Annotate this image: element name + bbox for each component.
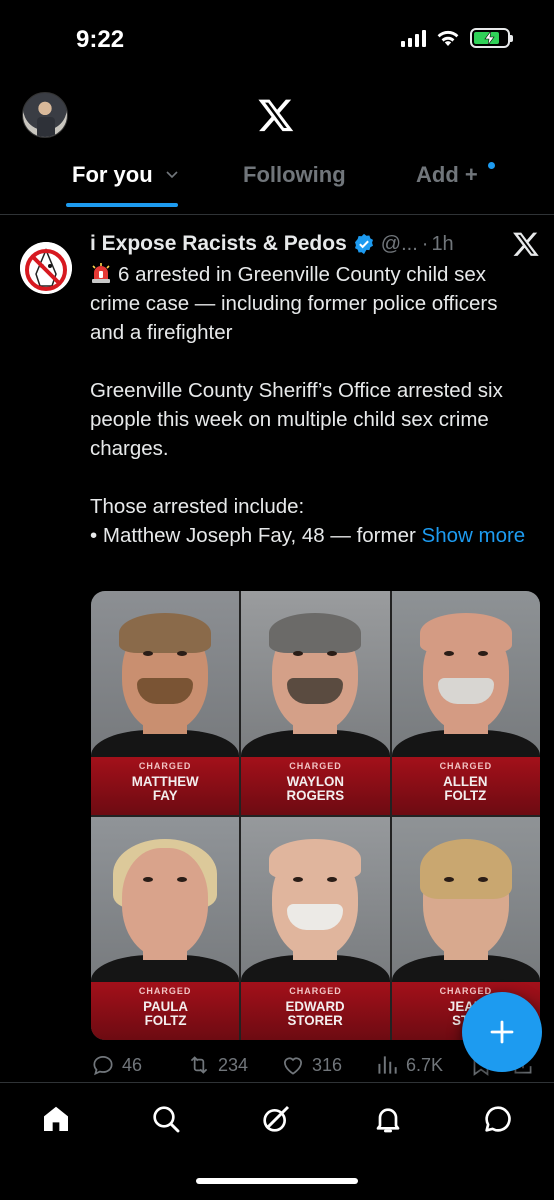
tab-following[interactable]: Following — [243, 162, 346, 188]
post-paragraph-list: Those arrested include: • Matthew Joseph… — [90, 492, 530, 550]
views-button[interactable]: 6.7K — [374, 1052, 443, 1078]
mugshot-hair — [119, 613, 212, 654]
reply-icon — [93, 1056, 113, 1076]
show-more-link[interactable]: Show more — [422, 524, 526, 547]
x-logo-icon[interactable] — [257, 96, 295, 134]
mugshot-hair — [419, 613, 512, 654]
post-separator: · — [421, 232, 429, 255]
like-count: 316 — [312, 1054, 343, 1075]
mugshot-hair — [419, 838, 512, 899]
views-chart-icon — [378, 1056, 397, 1074]
charged-tag: CHARGED — [138, 986, 192, 996]
mugshot-tile[interactable]: CHARGED WAYLON ROGERS — [241, 591, 390, 815]
charged-banner: CHARGED PAULA FOLTZ — [91, 982, 240, 1040]
post-handle[interactable]: @... — [381, 233, 418, 256]
mugshot-face — [122, 847, 209, 958]
charged-tag: CHARGED — [138, 760, 192, 771]
dismiss-post-x-icon[interactable] — [512, 230, 540, 258]
mugshot-eyes — [293, 651, 338, 657]
charged-tag: CHARGED — [289, 760, 342, 771]
repost-button[interactable]: 234 — [186, 1052, 248, 1078]
charged-banner: CHARGED ALLEN FOLTZ — [391, 756, 540, 815]
charged-tag: CHARGED — [289, 986, 342, 996]
tab-add-label: Add + — [416, 162, 478, 187]
view-count: 6.7K — [406, 1054, 444, 1075]
verified-badge-icon — [354, 233, 373, 255]
mugshot-eyes — [143, 651, 188, 657]
mugshot-name: ALLEN FOLTZ — [443, 772, 488, 803]
plus-icon — [490, 1020, 514, 1044]
charged-tag: CHARGED — [439, 986, 493, 996]
post-paragraph-headline: 6 arrested in Greenville County child se… — [90, 260, 530, 347]
post-header: i Expose Racists & Pedos @... · 1h — [90, 230, 454, 258]
no-kkk-icon — [20, 242, 72, 294]
timeline-tabs: For you Following Add + — [0, 150, 554, 208]
post-media-grid[interactable]: CHARGED MATTHEW FAY CHARGED WAYLON ROGERS CH… — [91, 591, 540, 1040]
repost-count: 234 — [218, 1054, 249, 1075]
wifi-icon — [437, 30, 459, 46]
post-headline-text: 6 arrested in Greenville County child se… — [90, 263, 498, 344]
notifications-icon[interactable] — [372, 1103, 404, 1135]
mugshot-tile[interactable]: CHARGED PAULA FOLTZ — [91, 816, 240, 1040]
mugshot-name: EDWARD STORER — [285, 998, 346, 1028]
mugshot-hair — [269, 613, 362, 654]
mugshot-beard — [437, 678, 494, 705]
new-indicator-dot — [488, 162, 495, 169]
repost-icon — [190, 1056, 208, 1074]
grok-icon[interactable] — [260, 1103, 292, 1135]
home-indicator-bar — [196, 1178, 358, 1184]
tab-add[interactable]: Add + — [416, 162, 478, 188]
home-icon[interactable] — [40, 1103, 72, 1135]
mugshot-eyes — [293, 876, 338, 883]
messages-icon[interactable] — [482, 1103, 514, 1135]
active-tab-indicator — [66, 203, 178, 207]
tab-for-you-label: For you — [72, 162, 153, 187]
battery-charging-icon — [470, 28, 513, 48]
post-paragraph-summary: Greenville County Sheriff’s Office arres… — [90, 379, 503, 460]
post-author-avatar[interactable] — [20, 242, 72, 294]
charged-tag: CHARGED — [439, 760, 493, 771]
compose-post-button[interactable] — [462, 992, 542, 1072]
post-list-first-item: • Matthew Joseph Fay, 48 — former — [90, 524, 422, 547]
mugshot-name: PAULA FOLTZ — [142, 998, 188, 1028]
mugshot-eyes — [443, 876, 488, 883]
like-button[interactable]: 316 — [280, 1052, 342, 1078]
mugshot-beard — [137, 678, 194, 705]
mugshot-beard — [287, 903, 344, 930]
mugshot-tile[interactable]: CHARGED MATTHEW FAY — [91, 591, 240, 815]
profile-avatar[interactable] — [22, 92, 68, 138]
status-time: 9:22 — [76, 26, 125, 53]
charged-banner: CHARGED WAYLON ROGERS — [241, 756, 390, 815]
mugshot-name: WAYLON ROGERS — [286, 772, 345, 803]
status-bar: 9:22 — [0, 0, 554, 80]
reply-button[interactable]: 46 — [90, 1052, 142, 1078]
charged-banner: CHARGED EDWARD STORER — [241, 982, 390, 1040]
tab-following-label: Following — [243, 162, 346, 187]
post-author-name[interactable]: i Expose Racists & Pedos — [90, 232, 347, 256]
post-list-intro: Those arrested include: — [90, 495, 305, 518]
chevron-down-icon — [166, 171, 178, 179]
mugshot-name: MATTHEW FAY — [131, 772, 199, 803]
mugshot-tile[interactable]: CHARGED ALLEN FOLTZ — [391, 591, 540, 815]
charged-banner: CHARGED MATTHEW FAY — [91, 756, 240, 815]
mugshot-eyes — [443, 651, 488, 657]
mugshot-eyes — [143, 876, 188, 883]
mugshot-tile[interactable]: CHARGED EDWARD STORER — [241, 816, 390, 1040]
siren-emoji-icon — [92, 263, 110, 283]
mugshot-hair — [269, 838, 362, 879]
post-time: 1h — [431, 232, 454, 255]
post-text: 6 arrested in Greenville County child se… — [90, 260, 530, 550]
header-divider — [0, 214, 554, 215]
reply-count: 46 — [122, 1054, 143, 1075]
search-icon[interactable] — [150, 1103, 182, 1135]
status-icons — [401, 28, 513, 48]
cellular-signal-icon — [401, 29, 426, 47]
tab-for-you[interactable]: For you — [72, 162, 179, 188]
heart-icon — [284, 1057, 302, 1075]
